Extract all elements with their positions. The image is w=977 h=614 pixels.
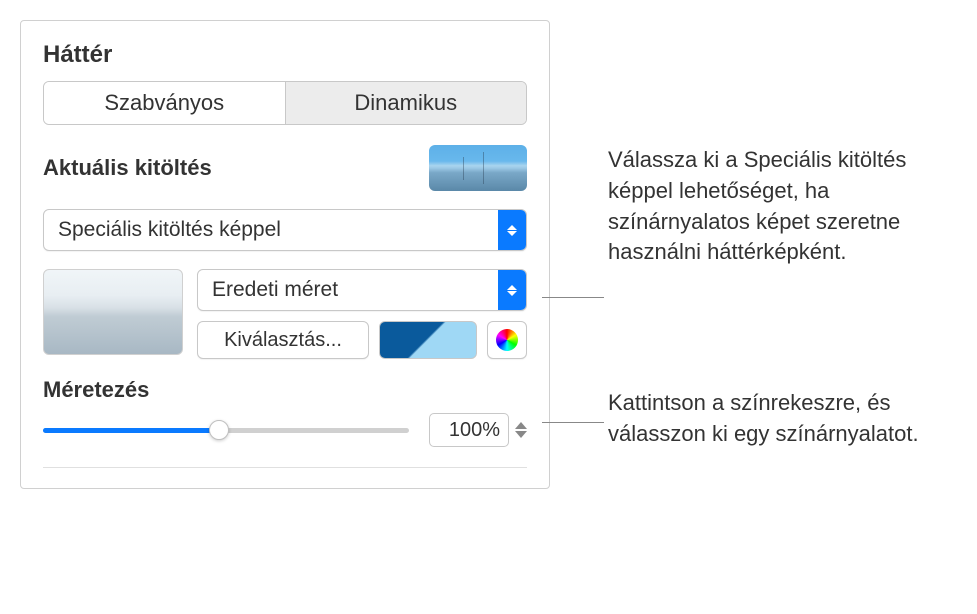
- tint-color-well[interactable]: [379, 321, 477, 359]
- scale-stepper: [429, 413, 527, 447]
- callout-color-well: Kattintson a színrekeszre, és válasszon …: [608, 388, 958, 450]
- callout-fill-type: Válassza ki a Speciális kitöltés képpel …: [608, 145, 958, 268]
- callout-line: [542, 422, 604, 423]
- fill-type-label: Speciális kitöltés képpel: [44, 218, 498, 242]
- fill-type-popup[interactable]: Speciális kitöltés képpel: [43, 209, 527, 251]
- scale-slider[interactable]: [43, 420, 409, 440]
- scale-input[interactable]: [429, 413, 509, 447]
- choose-image-button[interactable]: Kiválasztás...: [197, 321, 369, 359]
- tab-standard[interactable]: Szabványos: [44, 82, 286, 124]
- slider-thumb[interactable]: [209, 420, 229, 440]
- tab-dynamic[interactable]: Dinamikus: [286, 82, 527, 124]
- image-size-popup[interactable]: Eredeti méret: [197, 269, 527, 311]
- image-size-label: Eredeti méret: [198, 278, 498, 302]
- color-wheel-icon: [496, 329, 518, 351]
- fill-preview-thumbnail[interactable]: [429, 145, 527, 191]
- color-picker-button[interactable]: [487, 321, 527, 359]
- image-settings-row: Eredeti méret Kiválasztás...: [43, 269, 527, 359]
- background-panel: Háttér Szabványos Dinamikus Aktuális kit…: [20, 20, 550, 489]
- popup-arrows-icon: [498, 210, 526, 250]
- popup-arrows-icon: [498, 270, 526, 310]
- current-fill-label: Aktuális kitöltés: [43, 155, 429, 181]
- image-thumbnail[interactable]: [43, 269, 183, 355]
- stepper-down-icon[interactable]: [515, 431, 527, 438]
- callout-line: [542, 297, 604, 298]
- current-fill-row: Aktuális kitöltés: [43, 145, 527, 191]
- stepper-up-icon[interactable]: [515, 422, 527, 429]
- background-mode-tabs: Szabványos Dinamikus: [43, 81, 527, 125]
- sizing-label: Méretezés: [43, 377, 527, 403]
- section-title: Háttér: [43, 41, 527, 69]
- divider: [43, 467, 527, 468]
- sizing-section: Méretezés: [43, 377, 527, 447]
